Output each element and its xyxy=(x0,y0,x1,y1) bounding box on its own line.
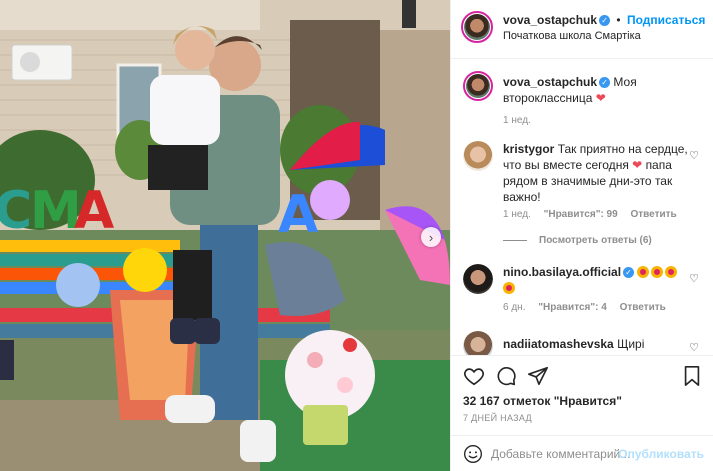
likes-count[interactable]: 32 167 отметок "Нравится" xyxy=(463,394,622,408)
view-replies-button[interactable]: Посмотреть ответы (6) xyxy=(503,235,652,246)
share-paper-plane-icon[interactable] xyxy=(527,365,549,387)
commenter-avatar[interactable] xyxy=(463,141,493,171)
commenter-username[interactable]: kristygor xyxy=(503,142,554,156)
commenter-username[interactable]: nino.basilaya.official xyxy=(503,265,621,279)
post-location[interactable]: Початкова школа Смартіка xyxy=(503,30,641,42)
carousel-next-button[interactable]: › xyxy=(421,227,441,247)
follow-button[interactable]: Подписаться xyxy=(627,13,705,27)
comment-item: nadiiatomashevska Щирі ♡ xyxy=(463,331,703,355)
heart-eyes-emoji-icon xyxy=(651,266,664,278)
comments-list: vova_ostapchuk ✓ Моя второкласcница ❤ 1 н… xyxy=(451,59,713,355)
post-header: vova_ostapchuk ✓ • Подписаться Початкова … xyxy=(451,0,713,59)
reply-button[interactable]: Ответить xyxy=(630,209,676,220)
add-comment-bar: Опубликовать xyxy=(451,435,713,471)
heart-emoji-icon: ❤ xyxy=(632,158,643,172)
heart-eyes-emoji-icon xyxy=(665,266,678,278)
heart-eyes-emoji-icon xyxy=(637,266,650,278)
reply-button[interactable]: Ответить xyxy=(620,302,666,313)
post-details-panel: vova_ostapchuk ✓ • Подписаться Початкова … xyxy=(450,0,713,471)
caption-avatar[interactable] xyxy=(463,71,493,101)
verified-badge-icon: ✓ xyxy=(599,77,611,89)
comment-bubble-icon[interactable] xyxy=(495,365,517,387)
emoji-picker-icon[interactable] xyxy=(463,444,483,464)
follow-separator: • xyxy=(616,13,621,27)
like-heart-icon[interactable] xyxy=(463,365,485,387)
post-actions: 32 167 отметок "Нравится" 7 дней назад xyxy=(451,355,713,435)
caption-username[interactable]: vova_ostapchuk xyxy=(503,75,597,89)
post-date[interactable]: 7 дней назад xyxy=(463,413,532,423)
heart-eyes-emoji-icon xyxy=(503,282,515,294)
comment-time[interactable]: 1 нед. xyxy=(503,209,531,220)
comment-likes[interactable]: "Нравится": 99 xyxy=(544,209,618,220)
like-comment-heart-icon[interactable]: ♡ xyxy=(689,272,699,285)
chevron-right-icon: › xyxy=(428,229,434,245)
publish-button[interactable]: Опубликовать xyxy=(618,447,704,461)
like-comment-heart-icon[interactable]: ♡ xyxy=(689,341,699,354)
photo-illustration: С М А А xyxy=(0,0,450,471)
commenter-username[interactable]: nadiiatomashevska xyxy=(503,337,614,351)
commenter-avatar[interactable] xyxy=(463,264,493,294)
like-comment-heart-icon[interactable]: ♡ xyxy=(689,149,699,162)
comment-item: nino.basilaya.official ✓ ♡ 6 дн. "Нравитс… xyxy=(463,264,703,324)
caption-time[interactable]: 1 нед. xyxy=(503,115,531,126)
comment-time[interactable]: 6 дн. xyxy=(503,302,525,313)
comment-text: Щирі xyxy=(617,337,645,351)
heart-emoji-icon: ❤ xyxy=(595,91,606,105)
author-username[interactable]: vova_ostapchuk xyxy=(503,13,597,27)
post-photo[interactable]: С М А А › xyxy=(0,0,450,471)
svg-text:С: С xyxy=(0,181,32,241)
save-bookmark-icon[interactable] xyxy=(681,365,703,387)
comment-likes[interactable]: "Нравится": 4 xyxy=(538,302,607,313)
commenter-avatar[interactable] xyxy=(463,331,493,355)
instagram-post: С М А А › vova_ostapchuk ✓ • Подписаться… xyxy=(0,0,713,471)
svg-text:А: А xyxy=(74,181,114,241)
verified-badge-icon: ✓ xyxy=(623,267,635,279)
post-caption: vova_ostapchuk ✓ Моя второкласcница ❤ 1 н… xyxy=(463,71,703,131)
author-avatar[interactable] xyxy=(461,11,493,43)
comment-item: kristygor Так приятно на сердце, что вы … xyxy=(463,141,703,251)
verified-badge-icon: ✓ xyxy=(599,15,611,27)
